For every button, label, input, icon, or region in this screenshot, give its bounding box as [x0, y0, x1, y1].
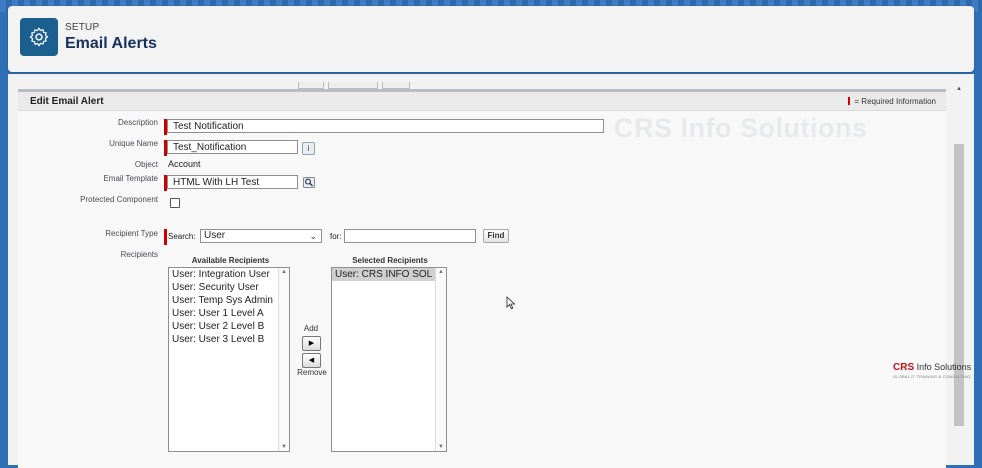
- find-button[interactable]: Find: [483, 229, 509, 243]
- remove-label: Remove: [297, 368, 327, 377]
- info-icon[interactable]: i: [302, 142, 315, 155]
- scroll-up-icon[interactable]: ▲: [436, 269, 446, 275]
- available-list-scrollbar[interactable]: ▲ ▼: [278, 268, 289, 451]
- recipient-type-required-marker: [164, 229, 167, 245]
- recipients-label: Recipients: [120, 250, 158, 259]
- scroll-down-icon[interactable]: ▼: [436, 444, 446, 450]
- watermark: CRS Info Solutions: [614, 113, 868, 143]
- mouse-cursor-icon: [506, 296, 516, 310]
- description-input[interactable]: Test Notification: [167, 119, 604, 133]
- protected-component-checkbox[interactable]: [170, 198, 180, 208]
- scroll-up-icon[interactable]: ▲: [279, 269, 289, 275]
- recipient-type-label: Recipient Type: [105, 229, 158, 238]
- recipient-type-select[interactable]: User ⌄: [200, 229, 322, 243]
- selected-recipients-header: Selected Recipients: [352, 256, 428, 265]
- selected-list-scrollbar[interactable]: ▲ ▼: [435, 268, 446, 451]
- for-label: for:: [330, 232, 342, 241]
- list-item[interactable]: User: User 1 Level A: [169, 307, 289, 320]
- recipient-search-input[interactable]: [344, 229, 476, 243]
- panel-title: Edit Email Alert: [30, 96, 104, 107]
- required-legend: = Required Information: [848, 97, 936, 106]
- lookup-icon[interactable]: [303, 177, 315, 188]
- list-item[interactable]: User: CRS INFO SOL: [332, 268, 435, 281]
- object-label: Object: [134, 160, 158, 169]
- available-recipients-list[interactable]: User: Integration User User: Security Us…: [168, 267, 290, 452]
- logo-brand: CRS: [893, 362, 915, 373]
- required-legend-text: = Required Information: [854, 97, 936, 106]
- description-label: Description: [117, 118, 158, 127]
- list-item[interactable]: User: Temp Sys Admin: [169, 294, 289, 307]
- gear-icon: [29, 27, 49, 47]
- setup-icon-box: [20, 18, 58, 56]
- scrollbar-thumb[interactable]: [954, 144, 964, 426]
- remove-recipient-button[interactable]: ◀: [302, 353, 321, 368]
- unique-name-input[interactable]: Test_Notification: [167, 140, 298, 154]
- required-marker: [848, 97, 851, 105]
- breadcrumb-setup: SETUP: [65, 22, 100, 33]
- panel-header: Edit Email Alert = Required Information: [18, 92, 946, 111]
- list-item[interactable]: User: User 3 Level B: [169, 333, 289, 346]
- brand-logo: CRS Info Solutions GLOBAL IT TRAINING & …: [893, 362, 971, 379]
- edit-panel: Edit Email Alert = Required Information …: [18, 89, 946, 468]
- list-item[interactable]: User: User 2 Level B: [169, 320, 289, 333]
- search-label: Search:: [168, 232, 196, 241]
- page-header: SETUP Email Alerts: [8, 6, 974, 72]
- scroll-up-icon[interactable]: ▲: [954, 86, 964, 92]
- available-recipients-header: Available Recipients: [191, 256, 270, 265]
- list-item[interactable]: User: Integration User: [169, 268, 289, 281]
- page-scrollbar[interactable]: ▲: [954, 86, 964, 465]
- add-recipient-button[interactable]: ▶: [302, 336, 321, 351]
- unique-name-label: Unique Name: [109, 139, 158, 148]
- page-title: Email Alerts: [65, 35, 157, 52]
- object-value: Account: [168, 159, 201, 169]
- logo-text: Info Solutions: [916, 362, 972, 372]
- chevron-down-icon: ⌄: [309, 231, 317, 241]
- scroll-down-icon[interactable]: ▼: [279, 444, 289, 450]
- selected-recipients-list[interactable]: User: CRS INFO SOL ▲ ▼: [331, 267, 447, 452]
- protected-component-label: Protected Component: [80, 195, 158, 204]
- logo-tagline: GLOBAL IT TRAINING & CONSULTING: [893, 374, 971, 379]
- email-template-label: Email Template: [103, 174, 158, 183]
- recipient-type-value: User: [204, 230, 226, 241]
- email-template-input[interactable]: HTML With LH Test: [167, 175, 298, 189]
- add-label: Add: [303, 324, 319, 333]
- list-item[interactable]: User: Security User: [169, 281, 289, 294]
